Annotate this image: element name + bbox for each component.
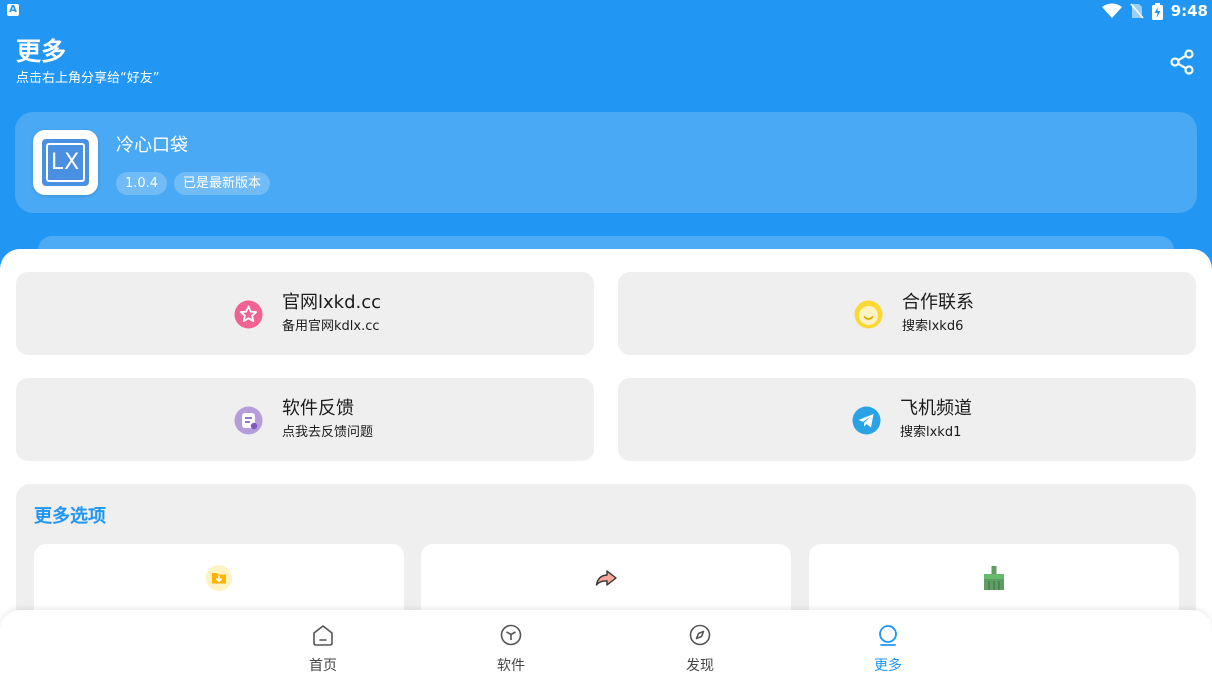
nav-item-more[interactable]: 更多 bbox=[848, 622, 928, 680]
app-logo: LX bbox=[33, 130, 98, 195]
broom-icon bbox=[984, 566, 1004, 590]
bottom-navigation: 首页 软件 发现 更多 bbox=[0, 610, 1212, 682]
tile-title: 飞机频道 bbox=[900, 398, 972, 419]
nav-label: 发现 bbox=[686, 658, 714, 674]
nav-item-home[interactable]: 首页 bbox=[283, 622, 363, 680]
star-icon bbox=[234, 300, 263, 329]
more-options-title: 更多选项 bbox=[34, 506, 106, 527]
telegram-channel-tile[interactable]: 飞机频道 搜索lxkd1 bbox=[618, 378, 1196, 461]
tile-title: 合作联系 bbox=[902, 292, 974, 313]
page-subtitle: 点击右上角分享给“好友” bbox=[16, 71, 160, 86]
tile-subtitle: 搜索lxkd1 bbox=[900, 425, 962, 440]
app-name: 冷心口袋 bbox=[116, 135, 188, 156]
download-folder-icon bbox=[206, 565, 232, 591]
tile-subtitle: 点我去反馈问题 bbox=[282, 425, 374, 440]
website-tile[interactable]: 官网lxkd.cc 备用官网kdlx.cc bbox=[16, 272, 594, 355]
wifi-icon bbox=[1101, 3, 1122, 18]
share-icon[interactable] bbox=[1168, 48, 1196, 76]
app-logo-text: LX bbox=[46, 143, 85, 182]
nav-item-software[interactable]: 软件 bbox=[471, 622, 551, 680]
version-badge: 1.0.4 bbox=[116, 172, 168, 195]
no-sim-icon bbox=[1130, 3, 1144, 19]
tile-subtitle: 备用官网kdlx.cc bbox=[282, 319, 380, 334]
nav-label: 软件 bbox=[497, 658, 525, 674]
nav-label: 首页 bbox=[309, 658, 337, 674]
more-circle-icon bbox=[879, 625, 897, 646]
clock: 9:48 bbox=[1170, 2, 1208, 20]
smile-icon bbox=[854, 300, 883, 329]
nav-item-discover[interactable]: 发现 bbox=[660, 622, 740, 680]
compass-icon bbox=[689, 624, 711, 646]
home-icon bbox=[313, 625, 333, 646]
page-header: 更多 点击右上角分享给“好友” bbox=[16, 36, 159, 88]
battery-charging-icon bbox=[1151, 2, 1163, 20]
feedback-tile[interactable]: 软件反馈 点我去反馈问题 bbox=[16, 378, 594, 461]
page-title: 更多 bbox=[16, 37, 67, 66]
nav-label: 更多 bbox=[874, 658, 902, 674]
app-notification-badge: A bbox=[7, 4, 19, 16]
tile-title: 官网lxkd.cc bbox=[282, 292, 382, 313]
tile-title: 软件反馈 bbox=[282, 398, 354, 419]
feedback-icon bbox=[234, 406, 263, 435]
status-icons: 9:48 bbox=[1101, 0, 1208, 22]
contact-tile[interactable]: 合作联系 搜索lxkd6 bbox=[618, 272, 1196, 355]
telegram-icon bbox=[852, 406, 881, 435]
share-arrow-icon bbox=[595, 570, 617, 586]
update-status-badge: 已是最新版本 bbox=[174, 172, 271, 195]
tile-subtitle: 搜索lxkd6 bbox=[902, 319, 964, 334]
app-info-card[interactable]: LX 冷心口袋 1.0.4 已是最新版本 bbox=[15, 112, 1197, 213]
box-icon bbox=[500, 624, 522, 646]
app-logo-background: LX bbox=[42, 139, 89, 186]
status-bar: A 9:48 bbox=[0, 0, 1212, 22]
